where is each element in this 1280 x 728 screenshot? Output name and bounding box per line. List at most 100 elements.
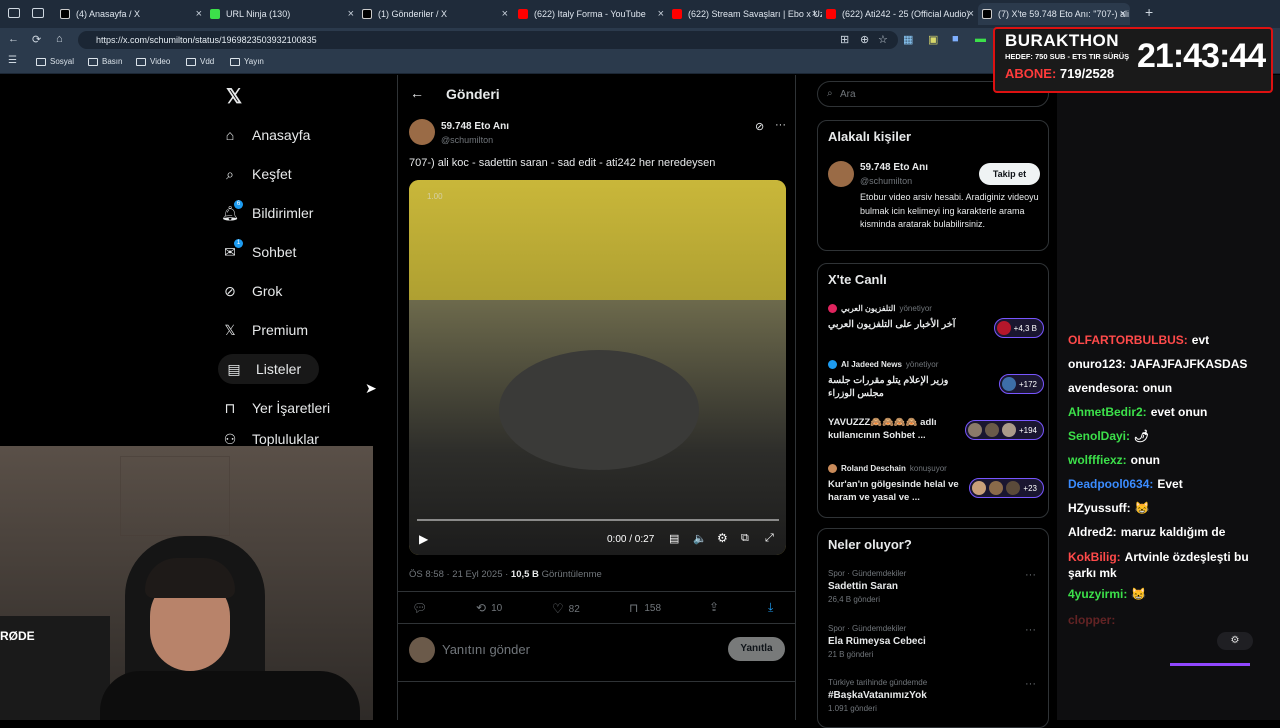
fullscreen-icon[interactable]: ⤢ <box>765 532 774 545</box>
more-icon[interactable]: ··· <box>1025 678 1036 690</box>
new-tab-icon[interactable]: + <box>1145 4 1153 20</box>
back-arrow-icon[interactable]: ← <box>410 85 424 101</box>
chat-username[interactable]: Aldred2: <box>1068 525 1117 539</box>
close-tab-icon[interactable]: × <box>1120 8 1126 20</box>
zoom-icon[interactable]: ⊕ <box>860 33 869 46</box>
translate-icon[interactable]: ⊞ <box>840 33 849 46</box>
chat-username[interactable]: 4yuzyirmi: <box>1068 587 1127 601</box>
sidebar-item-bell[interactable]: 🔔︎ 6 Bildirimler <box>221 198 313 228</box>
grok-icon[interactable]: ⊘ <box>755 120 764 133</box>
bookmark-folder[interactable]: Video <box>136 57 170 66</box>
chat-username[interactable]: HZyussuff: <box>1068 501 1131 515</box>
chat-username[interactable]: avendesora: <box>1068 381 1139 395</box>
back-icon[interactable]: ← <box>8 33 19 45</box>
live-item[interactable]: YAVUZZZ🙈🙈🙈🙈 adlı kullanıcının Sohbet ...… <box>828 416 1044 442</box>
close-tab-icon[interactable]: × <box>812 8 818 20</box>
trend-item[interactable]: Türkiye tarihinde gündemde #BaşkaVatanımı… <box>828 678 1048 713</box>
settings-gear-icon[interactable]: ⚙ <box>717 531 728 545</box>
live-item[interactable]: التلفزيون العربي yönetiyor آخر الأخبار على… <box>828 304 1044 338</box>
extension-icon[interactable]: ▣ <box>928 33 938 46</box>
like-button[interactable]: ♡ 82 <box>552 601 580 617</box>
sidebar-item-home[interactable]: ⌂ Anasayfa <box>222 120 311 150</box>
sidebar-item-mail[interactable]: ✉ 1 Sohbet <box>222 237 296 267</box>
bookmark-icon: ⊓ <box>224 399 236 416</box>
bookmark-folder[interactable]: Vdd <box>186 57 214 66</box>
live-listeners-badge[interactable]: +23 <box>969 478 1044 498</box>
chat-username[interactable]: KokBilig: <box>1068 550 1121 564</box>
chat-username[interactable]: wolfffiexz: <box>1068 453 1127 467</box>
repost-button[interactable]: ⟲ 10 <box>476 601 502 615</box>
chat-username[interactable]: Deadpool0634: <box>1068 477 1153 491</box>
video-progress-bar[interactable] <box>417 519 779 521</box>
browser-tab[interactable]: (4) Anasayfa / X × <box>60 3 206 25</box>
reload-icon[interactable]: ⟳ <box>32 33 41 46</box>
sidebar-item-list[interactable]: ▤ Listeler <box>218 354 320 384</box>
related-name[interactable]: 59.748 Eto Anı <box>860 162 928 173</box>
bookmark-folder[interactable]: Yayın <box>230 57 264 66</box>
sidebar-item-grok[interactable]: ⊘ Grok <box>222 276 282 306</box>
tab-actions-icon[interactable] <box>32 8 44 18</box>
browser-tab[interactable]: URL Ninja (130) × <box>210 3 358 25</box>
browser-tab[interactable]: (622) Italy Forma - YouTube × <box>518 3 668 25</box>
trend-item[interactable]: Spor · Gündemdekiler Ela Rümeysa Cebeci 21… <box>828 624 1048 659</box>
follow-button[interactable]: Takip et <box>979 163 1040 185</box>
sidebar-item-bookmark[interactable]: ⊓ Yer İşaretleri <box>222 393 331 423</box>
sidebar-item-search[interactable]: ⌕ Keşfet <box>222 159 292 189</box>
live-listeners-badge[interactable]: +172 <box>998 374 1044 394</box>
favorite-star-icon[interactable]: ☆ <box>878 33 888 46</box>
live-listeners-badge[interactable]: +4,3 B <box>993 318 1044 338</box>
chat-username[interactable]: AhmetBedir2: <box>1068 405 1147 419</box>
more-icon[interactable]: ··· <box>1025 569 1036 581</box>
trend-item[interactable]: Spor · Gündemdekiler Sadettin Saran 26,4 B… <box>828 569 1048 604</box>
browser-tab[interactable]: (7) X'te 59.748 Eto Anı: "707-) ali × <box>978 3 1130 25</box>
x-logo-icon[interactable]: 𝕏 <box>226 84 242 109</box>
window-menu-icon[interactable] <box>8 8 20 18</box>
related-handle[interactable]: @schumilton <box>860 176 912 186</box>
play-icon[interactable]: ▶ <box>419 532 428 546</box>
captions-icon[interactable]: ▤ <box>669 532 679 545</box>
download-icon[interactable]: ⤓ <box>768 600 773 615</box>
chat-username[interactable]: clopper: <box>1068 613 1115 627</box>
more-icon[interactable]: ··· <box>1025 624 1036 636</box>
video-player[interactable]: 1.00 ▶ 0:00 / 0:27 ▤ 🔈 ⚙ ⧉ ⤢ <box>409 180 786 555</box>
chat-username[interactable]: OLFARTORBULBUS: <box>1068 333 1188 347</box>
chat-username[interactable]: onuro123: <box>1068 357 1126 371</box>
close-tab-icon[interactable]: × <box>968 8 974 20</box>
bookmarks-menu-icon[interactable]: ☰ <box>8 55 17 66</box>
browser-tab[interactable]: (622) Stream Savaşları | Ebo x Uz × <box>672 3 822 25</box>
author-handle[interactable]: @schumilton <box>441 135 493 145</box>
author-name[interactable]: 59.748 Eto Anı <box>441 121 509 132</box>
live-listeners-badge[interactable]: +194 <box>964 420 1044 440</box>
related-people-card: Alakalı kişiler 59.748 Eto Anı @schumilt… <box>817 120 1049 251</box>
browser-tab[interactable]: (1) Gönderiler / X × <box>362 3 512 25</box>
home-icon[interactable]: ⌂ <box>56 33 63 45</box>
reply-input[interactable]: Yanıtını gönder <box>442 642 530 657</box>
chat-username[interactable]: SenolDayi: <box>1068 429 1130 443</box>
pip-icon[interactable]: ⧉ <box>741 532 749 545</box>
close-tab-icon[interactable]: × <box>658 8 664 20</box>
sidebar-item-x-logo[interactable]: 𝕏 Premium <box>222 315 308 345</box>
bookmark-button[interactable]: ⊓ 158 <box>629 601 661 615</box>
live-item[interactable]: Al Jadeed News yönetiyor وزير الإعلام يتلو… <box>828 360 1044 400</box>
bookmark-folder[interactable]: Basın <box>88 57 122 66</box>
reply-icon[interactable]: 💬︎ <box>412 601 427 615</box>
url-field[interactable]: https://x.com/schumilton/status/19698235… <box>78 31 898 49</box>
close-tab-icon[interactable]: × <box>348 8 354 20</box>
share-icon[interactable]: ⇪ <box>709 600 719 614</box>
chat-settings-icon[interactable]: ⚙ <box>1217 632 1253 650</box>
live-item[interactable]: Roland Deschain konuşuyor Kur'an'ın gölges… <box>828 464 1044 504</box>
reply-button[interactable]: Yanıtla <box>728 637 785 661</box>
extension-icon[interactable]: ▬ <box>975 33 986 45</box>
bookmark-folder[interactable]: Sosyal <box>36 57 74 66</box>
close-tab-icon[interactable]: × <box>502 8 508 20</box>
volume-icon[interactable]: 🔈 <box>693 532 707 545</box>
browser-tab[interactable]: (622) Ati242 - 25 (Official Audio) × <box>826 3 978 25</box>
sidebar-item-label: Anasayfa <box>252 127 311 143</box>
more-icon[interactable]: ··· <box>775 119 786 131</box>
extension-icon[interactable]: ■ <box>952 33 959 45</box>
close-tab-icon[interactable]: × <box>196 8 202 20</box>
extension-icon[interactable]: ▦ <box>903 33 913 46</box>
sidebar-item-communities[interactable]: ⚇ Topluluklar <box>222 432 319 446</box>
avatar[interactable] <box>828 161 854 187</box>
avatar[interactable] <box>409 119 435 145</box>
